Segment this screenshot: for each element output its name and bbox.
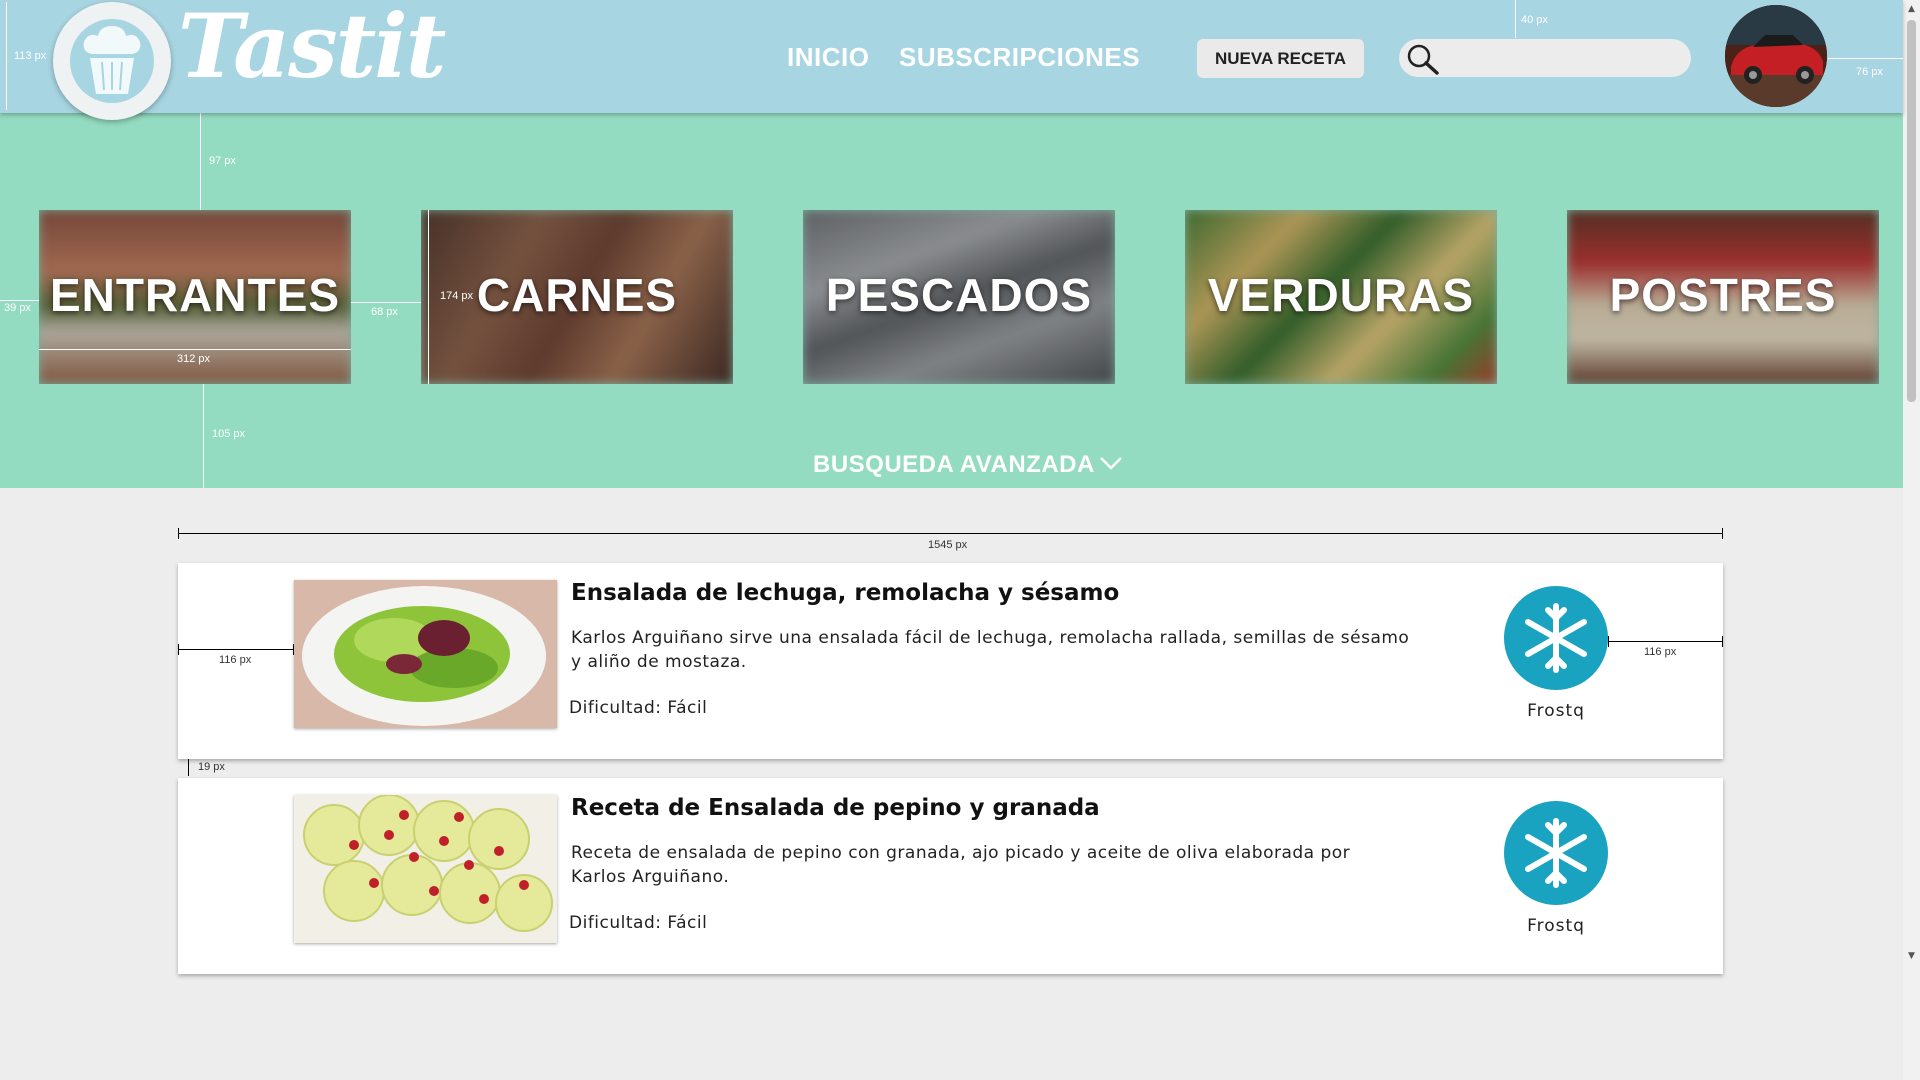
recipe-title[interactable]: Ensalada de lechuga, remolacha y sésamo xyxy=(571,580,1119,606)
category-label: PESCADOS xyxy=(825,269,1093,321)
search-bar xyxy=(1399,39,1691,77)
snowflake-icon xyxy=(1525,603,1587,673)
frost-badge[interactable] xyxy=(1504,801,1608,905)
vertical-scrollbar[interactable]: ▲ ▼ xyxy=(1903,0,1920,1080)
scrollbar-thumb[interactable] xyxy=(1907,20,1916,402)
advanced-search-toggle[interactable]: BUSQUEDA AVANZADA xyxy=(813,451,1095,479)
nav-subscripciones[interactable]: SUBSCRIPCIONES xyxy=(899,42,1140,73)
frost-badge[interactable] xyxy=(1504,586,1608,690)
user-avatar[interactable] xyxy=(1725,5,1827,107)
category-verduras[interactable]: VERDURAS xyxy=(1185,210,1497,384)
recipe-thumbnail[interactable] xyxy=(294,580,557,728)
measure-right-padding: 116 px xyxy=(1644,646,1677,658)
top-header: Tastit INICIO SUBSCRIPCIONES NUEVA RECET… xyxy=(0,0,1903,113)
recipe-description: Receta de ensalada de pepino con granada… xyxy=(571,843,1351,887)
recipe-difficulty: Dificultad: Fácil xyxy=(569,698,708,718)
measure-avatar-gap: 76 px xyxy=(1856,66,1883,78)
new-recipe-button[interactable]: NUEVA RECETA xyxy=(1197,39,1364,78)
measure-list-width: 1545 px xyxy=(928,539,968,551)
measure-header-height: 113 px xyxy=(14,50,47,62)
brand-wordmark[interactable]: Tastit xyxy=(178,2,446,90)
scroll-up-icon[interactable]: ▲ xyxy=(1908,4,1915,14)
measure-tile-gap: 68 px xyxy=(371,306,398,318)
measure-tile-height: 174 px xyxy=(440,290,474,302)
nav-inicio[interactable]: INICIO xyxy=(787,42,869,73)
recipe-title[interactable]: Receta de Ensalada de pepino y granada xyxy=(571,795,1100,821)
recipe-difficulty: Dificultad: Fácil xyxy=(569,913,708,933)
chevron-down-icon[interactable] xyxy=(1099,455,1123,471)
badge-label: Frostq xyxy=(1527,916,1585,936)
measure-left-padding: 116 px xyxy=(219,654,252,666)
search-input[interactable] xyxy=(1447,43,1681,75)
measure-left-gap: 39 px xyxy=(4,302,31,314)
category-label: VERDURAS xyxy=(1207,269,1475,321)
recipe-card[interactable]: Receta de Ensalada de pepino y granada R… xyxy=(178,778,1723,974)
recipe-card[interactable]: 116 px Ensalada de lechuga, remolacha y … xyxy=(178,563,1723,759)
measure-card-gap: 19 px xyxy=(198,761,225,773)
recipe-thumbnail[interactable] xyxy=(294,795,557,943)
measure-tile-width: 312 px xyxy=(177,353,211,365)
measure-search-gap: 40 px xyxy=(1521,14,1548,26)
snowflake-icon xyxy=(1525,818,1587,888)
measure-bottom-gap: 105 px xyxy=(212,428,246,440)
category-label: POSTRES xyxy=(1609,269,1837,321)
recipe-description: Karlos Arguiñano sirve una ensalada fáci… xyxy=(571,628,1410,672)
badge-label: Frostq xyxy=(1527,701,1585,721)
scroll-down-icon[interactable]: ▼ xyxy=(1908,951,1915,961)
category-label: ENTRANTES xyxy=(49,269,341,321)
measure-top-gap: 97 px xyxy=(209,155,236,167)
category-pescados[interactable]: PESCADOS xyxy=(803,210,1115,384)
category-postres[interactable]: POSTRES xyxy=(1567,210,1879,384)
logo-icon[interactable] xyxy=(53,2,171,120)
measure-line xyxy=(178,528,1723,539)
search-icon[interactable] xyxy=(1405,42,1441,76)
